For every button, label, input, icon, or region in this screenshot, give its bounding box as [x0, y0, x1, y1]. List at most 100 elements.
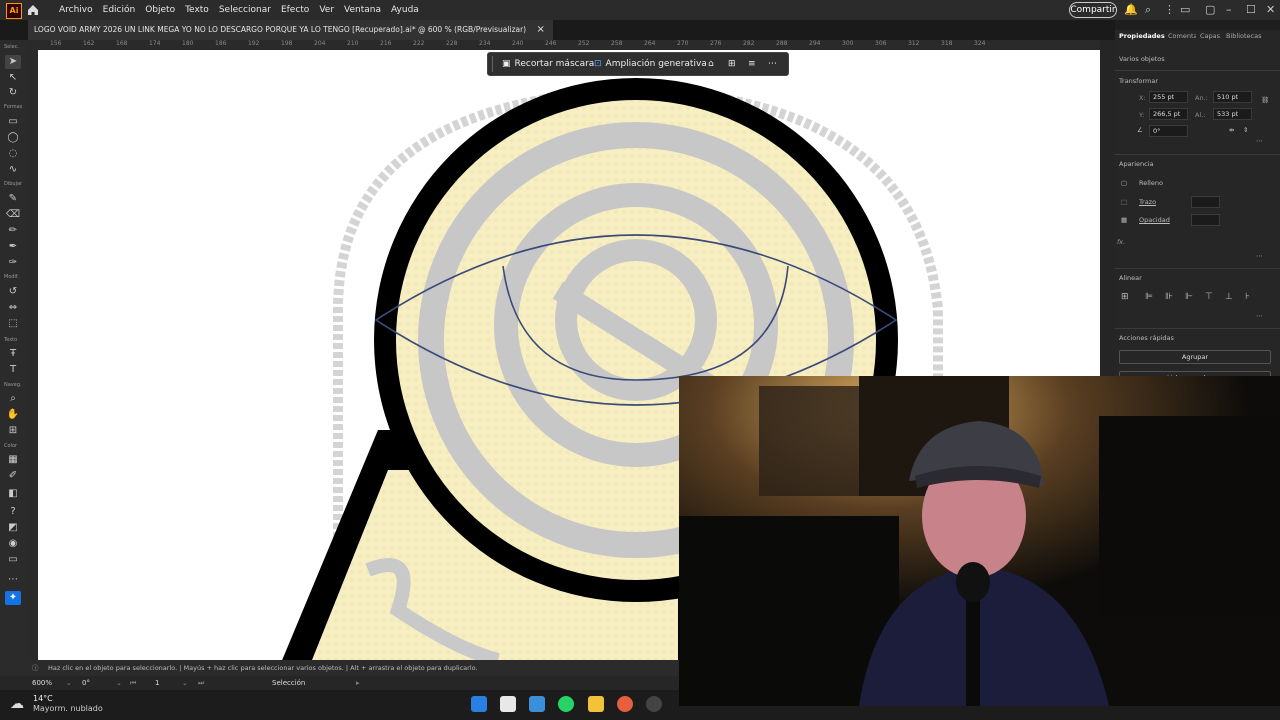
height-field[interactable]: 533 pt: [1213, 108, 1252, 120]
screen-mode-icon[interactable]: ▭: [5, 553, 21, 567]
menu-efecto[interactable]: Efecto: [276, 0, 314, 20]
generative-tool-icon[interactable]: ✦: [5, 591, 21, 605]
status-arrow-icon[interactable]: ▸: [356, 676, 360, 690]
document-tab[interactable]: LOGO VOID ARMY 2026 UN LINK MEGA YO NO L…: [28, 20, 553, 40]
hand-tool-icon[interactable]: ✋: [5, 408, 21, 422]
curvature-tool-icon[interactable]: ∿: [5, 163, 21, 177]
opacity-label[interactable]: Opacidad: [1139, 216, 1170, 224]
menu-ayuda[interactable]: Ayuda: [386, 0, 424, 20]
whatsapp-icon[interactable]: [558, 696, 574, 712]
tab-libraries[interactable]: Bibliotecas: [1226, 32, 1261, 40]
free-transform-icon[interactable]: ⬚: [5, 317, 21, 331]
artboard-number[interactable]: 1: [155, 676, 159, 690]
zoom-tool-icon[interactable]: ⌕: [5, 392, 21, 406]
search-icon[interactable]: ⌕: [1145, 0, 1151, 20]
tab-comments[interactable]: Comentarios: [1168, 32, 1196, 40]
fill-swatch-icon[interactable]: ▢: [1121, 179, 1127, 187]
close-window-icon[interactable]: ✕: [1266, 0, 1275, 20]
menu-edicion[interactable]: Edición: [98, 0, 141, 20]
transform-icon[interactable]: ⊞: [728, 53, 736, 75]
release-mask-button[interactable]: ▣ Recortar máscara: [502, 53, 594, 75]
ellipse-tool-icon[interactable]: ◯: [5, 131, 21, 145]
direct-selection-tool-icon[interactable]: ↖: [5, 71, 21, 85]
workspace-icon[interactable]: ▭: [1180, 0, 1190, 20]
notes-app-icon[interactable]: [500, 696, 516, 712]
grip-handle[interactable]: [492, 56, 493, 72]
angle-field[interactable]: 0°: [1149, 125, 1188, 137]
more-tools-icon[interactable]: ⋯: [5, 573, 21, 587]
flip-vertical-icon[interactable]: ⇕: [1243, 126, 1248, 134]
stroke-label[interactable]: Trazo: [1139, 198, 1156, 206]
artboard-dropdown-icon[interactable]: ⌄: [182, 676, 188, 690]
x-field[interactable]: 255 pt: [1149, 91, 1188, 103]
minimize-icon[interactable]: –: [1226, 0, 1232, 20]
eyedropper-tool-icon[interactable]: ✐: [5, 469, 21, 483]
pen-tool-icon[interactable]: ✒: [5, 240, 21, 254]
next-artboard-icon[interactable]: ⏭: [198, 676, 204, 690]
share-button[interactable]: Compartir: [1069, 2, 1117, 18]
more-options-icon[interactable]: ⋯: [768, 53, 777, 75]
stroke-swatch-icon[interactable]: ⬚: [1121, 198, 1127, 206]
more-icon[interactable]: ⋮: [1164, 0, 1175, 20]
transform-more-icon[interactable]: ⋯: [1256, 137, 1263, 145]
width-tool-icon[interactable]: ⇔: [5, 301, 21, 315]
explorer-view-icon[interactable]: [529, 696, 545, 712]
appearance-more-icon[interactable]: ⋯: [1256, 252, 1263, 260]
maximize-icon[interactable]: ☐: [1246, 0, 1256, 20]
menu-texto[interactable]: Texto: [180, 0, 214, 20]
tab-properties[interactable]: Propiedades: [1119, 32, 1165, 40]
align-right-icon[interactable]: ⊩: [1185, 292, 1193, 302]
align-left-icon[interactable]: ⊫: [1145, 292, 1153, 302]
stroke-weight-field[interactable]: [1191, 196, 1220, 208]
align-center-icon[interactable]: ⊪: [1165, 292, 1173, 302]
width-field[interactable]: 510 pt: [1213, 91, 1252, 103]
fill-stroke-swatch-icon[interactable]: ◧: [5, 487, 21, 501]
group-button[interactable]: Agrupar: [1119, 350, 1271, 364]
align-top-icon[interactable]: ⊤: [1205, 292, 1213, 302]
type-tool-icon[interactable]: T: [5, 363, 21, 377]
first-artboard-icon[interactable]: ⏮: [130, 676, 136, 690]
opacity-field[interactable]: [1191, 214, 1220, 226]
generative-expand-button[interactable]: ⊡ Ampliación generativa: [594, 53, 707, 75]
menu-ver[interactable]: Ver: [314, 0, 339, 20]
browser-icon[interactable]: [617, 696, 633, 712]
color-mode-icon[interactable]: ◩: [5, 521, 21, 535]
pencil-tool-icon[interactable]: ✏: [5, 224, 21, 238]
rectangle-tool-icon[interactable]: ▭: [5, 115, 21, 129]
bell-icon[interactable]: 🔔: [1124, 0, 1138, 20]
tab-layers[interactable]: Capas: [1200, 32, 1220, 40]
help-icon[interactable]: ?: [5, 505, 21, 519]
align-icon[interactable]: ≡: [748, 53, 756, 75]
eraser-tool-icon[interactable]: ⌫: [5, 208, 21, 222]
menu-seleccionar[interactable]: Seleccionar: [214, 0, 276, 20]
shape-builder-icon[interactable]: ◌: [5, 147, 21, 161]
menu-objeto[interactable]: Objeto: [140, 0, 180, 20]
file-explorer-icon[interactable]: [588, 696, 604, 712]
obs-icon[interactable]: [646, 696, 662, 712]
arrange-icon[interactable]: ▢: [1205, 0, 1215, 20]
home-icon[interactable]: [26, 3, 40, 17]
align-to-icon[interactable]: ⊞: [1121, 292, 1129, 302]
fx-button[interactable]: fx.: [1117, 238, 1125, 246]
artboard-tool-icon[interactable]: ⊞: [5, 424, 21, 438]
align-more-icon[interactable]: ⋯: [1256, 312, 1263, 320]
rotate-tool-icon[interactable]: ↺: [5, 285, 21, 299]
align-bottom-icon[interactable]: ⊦: [1245, 292, 1250, 302]
draw-mode-icon[interactable]: ◉: [5, 537, 21, 551]
lasso-tool-icon[interactable]: ↻: [5, 86, 21, 100]
zoom-level[interactable]: 600%: [32, 676, 52, 690]
rotation-dropdown-icon[interactable]: ⌄: [116, 676, 122, 690]
selection-tool-icon[interactable]: ➤: [5, 55, 21, 69]
brush-tool-icon[interactable]: ✎: [5, 192, 21, 206]
y-field[interactable]: 266,5 pt: [1149, 108, 1188, 120]
close-tab-icon[interactable]: ×: [537, 24, 545, 35]
menu-archivo[interactable]: Archivo: [54, 0, 98, 20]
recolor-icon[interactable]: ⌂: [708, 53, 714, 75]
blob-brush-icon[interactable]: ✑: [5, 256, 21, 270]
gradient-tool-icon[interactable]: ▦: [5, 453, 21, 467]
rotation-value[interactable]: 0°: [82, 676, 90, 690]
start-icon[interactable]: [471, 696, 487, 712]
zoom-dropdown-icon[interactable]: ⌄: [66, 676, 72, 690]
flip-horizontal-icon[interactable]: ⇹: [1229, 126, 1234, 134]
constrain-proportions-icon[interactable]: ⛓: [1261, 96, 1269, 104]
